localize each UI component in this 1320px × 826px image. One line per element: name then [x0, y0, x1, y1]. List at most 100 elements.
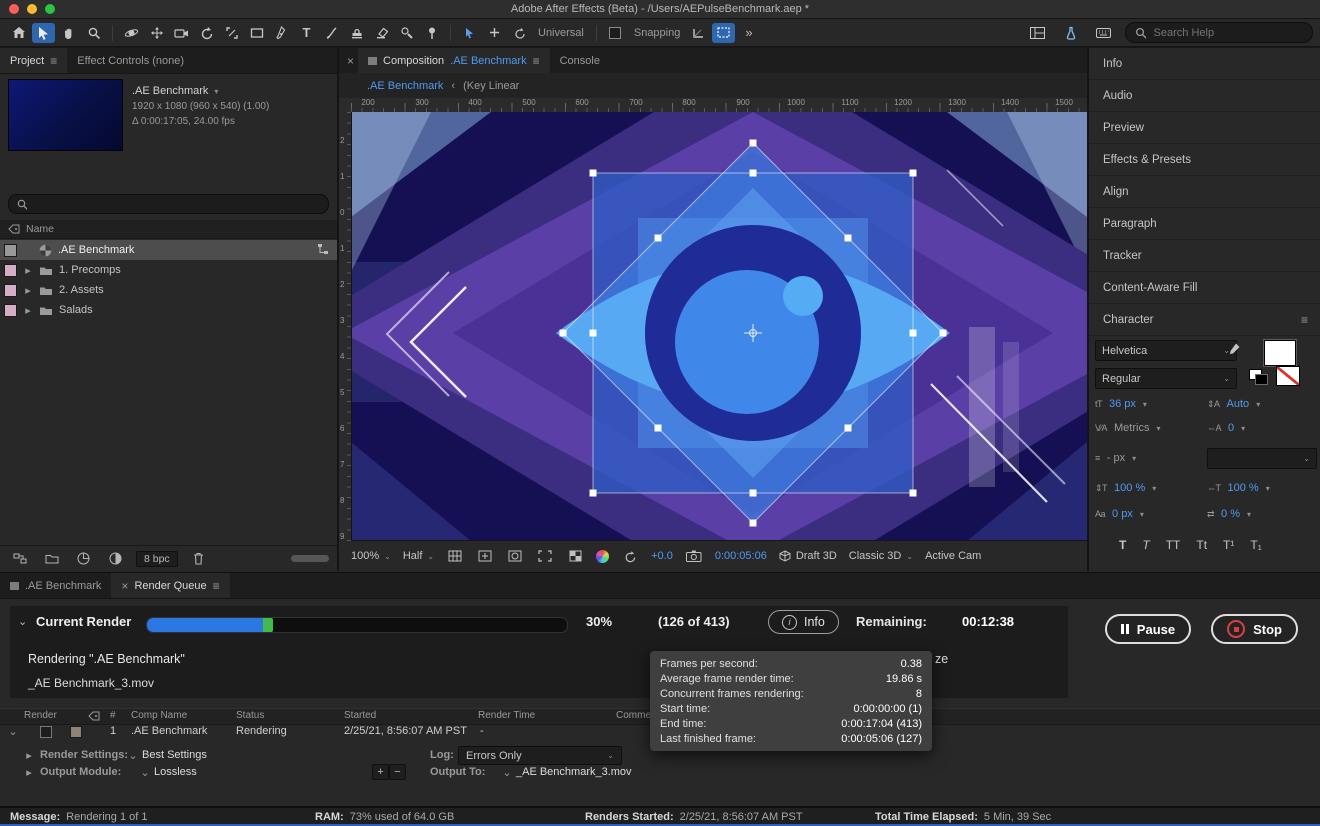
universal-mode-label[interactable]: Universal: [538, 27, 584, 39]
col-comp-name[interactable]: Comp Name: [131, 710, 187, 721]
all-caps-button[interactable]: TT: [1166, 538, 1181, 552]
camera-view-select[interactable]: Active Cam: [925, 550, 981, 562]
toolbar-overflow-chevron[interactable]: »: [745, 25, 752, 40]
panel-tab-tracker[interactable]: Tracker: [1089, 240, 1320, 272]
selection-tool[interactable]: [32, 22, 55, 43]
bit-depth-button[interactable]: 8 bpc: [136, 550, 178, 567]
project-search-input[interactable]: [33, 197, 320, 211]
twirl-right-icon[interactable]: ▸: [23, 264, 33, 277]
horizontal-scale-field[interactable]: ⇔T 100 % ▾: [1207, 482, 1270, 494]
eraser-tool[interactable]: [370, 23, 393, 43]
puppet-pin-tool[interactable]: [420, 23, 443, 43]
twirl-right-icon[interactable]: ▸: [23, 284, 33, 297]
fill-color-swatch[interactable]: [1249, 340, 1301, 387]
log-select[interactable]: Errors Only ⌄: [458, 746, 622, 765]
twirl-down-icon[interactable]: ⌄: [502, 766, 512, 779]
brush-tool[interactable]: [320, 23, 343, 43]
trash-icon[interactable]: [187, 549, 210, 569]
panel-menu-icon[interactable]: ≡: [1301, 313, 1308, 327]
mask-toggle-icon[interactable]: [506, 550, 524, 562]
tab-project[interactable]: Project ≡: [0, 48, 68, 73]
transparency-grid-icon[interactable]: [566, 550, 584, 562]
tracking-field[interactable]: ⇔A 0 ▾: [1207, 422, 1245, 434]
horizontal-ruler[interactable]: 200 300 400 500 600 700 800 900 1000 110…: [339, 98, 1087, 113]
project-item-folder[interactable]: ▸ 1. Precomps: [0, 260, 337, 280]
pause-button[interactable]: Pause: [1104, 614, 1192, 644]
remove-output-module-button[interactable]: −: [389, 764, 406, 780]
snapping-checkbox[interactable]: [604, 23, 627, 43]
twirl-right-icon[interactable]: ▸: [24, 766, 34, 779]
col-render-time[interactable]: Render Time: [478, 710, 535, 721]
panel-menu-icon[interactable]: ≡: [533, 54, 540, 68]
adjustment-icon[interactable]: [104, 549, 127, 569]
output-module-value[interactable]: Lossless: [154, 766, 197, 778]
leading-field[interactable]: ⇕A Auto ▾: [1207, 398, 1260, 410]
project-search-field[interactable]: [8, 194, 329, 214]
pen-tool[interactable]: [270, 23, 293, 43]
region-of-interest-icon[interactable]: [536, 550, 554, 562]
label-color-chip[interactable]: [4, 263, 17, 277]
tab-render-queue[interactable]: × Render Queue ≡: [111, 573, 230, 598]
channel-color-wheel-icon[interactable]: [596, 549, 610, 563]
label-color-chip[interactable]: [4, 303, 17, 317]
kerning-field[interactable]: V∕A Metrics ▾: [1095, 422, 1160, 434]
composition-viewport[interactable]: [351, 112, 1087, 541]
grid-guides-icon[interactable]: [446, 550, 464, 562]
faux-bold-button[interactable]: T: [1119, 538, 1126, 552]
new-folder-icon[interactable]: [40, 549, 63, 569]
horizontal-scrollbar[interactable]: [291, 555, 329, 562]
hand-tool[interactable]: [57, 23, 80, 43]
axis-cursor-icon[interactable]: [458, 23, 481, 43]
snapshot-camera-icon[interactable]: [685, 550, 703, 562]
snapping-label[interactable]: Snapping: [634, 27, 681, 39]
stroke-style-select[interactable]: ⌄: [1207, 448, 1317, 469]
output-to-value[interactable]: _AE Benchmark_3.mov: [516, 766, 632, 778]
draft-3d-toggle[interactable]: Draft 3D: [779, 550, 837, 562]
label-color-chip[interactable]: [70, 726, 82, 738]
breadcrumb-comp[interactable]: .AE Benchmark: [367, 80, 443, 92]
vertical-scale-field[interactable]: ⇕T 100 % ▾: [1095, 482, 1156, 494]
col-status[interactable]: Status: [236, 710, 264, 721]
resolution-select[interactable]: Half ⌄: [403, 550, 434, 562]
axis-plus-icon[interactable]: [483, 23, 506, 43]
panel-tab-align[interactable]: Align: [1089, 176, 1320, 208]
twirl-right-icon[interactable]: ▸: [23, 304, 33, 317]
render-checkbox[interactable]: [40, 726, 52, 738]
small-caps-button[interactable]: Tt: [1196, 538, 1207, 552]
add-output-module-button[interactable]: +: [372, 764, 389, 780]
col-number[interactable]: #: [110, 710, 116, 721]
panel-tab-preview[interactable]: Preview: [1089, 112, 1320, 144]
pan-behind-tool[interactable]: [220, 23, 243, 43]
twirl-down-icon[interactable]: ⌄: [8, 725, 18, 738]
panel-tab-content-aware-fill[interactable]: Content-Aware Fill: [1089, 272, 1320, 304]
zoom-window-button[interactable]: [45, 4, 55, 14]
tab-ae-benchmark[interactable]: .AE Benchmark: [0, 573, 111, 598]
label-color-chip[interactable]: [4, 283, 17, 297]
minimize-window-button[interactable]: [27, 4, 37, 14]
render-settings-value[interactable]: Best Settings: [142, 749, 207, 761]
col-started[interactable]: Started: [344, 710, 376, 721]
project-item-folder[interactable]: ▸ 2. Assets: [0, 280, 337, 300]
col-render[interactable]: Render: [24, 710, 57, 721]
help-search-field[interactable]: [1125, 22, 1313, 43]
twirl-down-icon[interactable]: ⌄: [140, 766, 150, 779]
home-icon[interactable]: [7, 23, 30, 43]
subscript-button[interactable]: T₁: [1250, 538, 1261, 552]
project-item-folder[interactable]: ▸ Salads: [0, 300, 337, 320]
project-list-header[interactable]: Name: [0, 220, 337, 239]
name-column-header[interactable]: Name: [26, 223, 54, 235]
faux-italic-button[interactable]: T: [1142, 538, 1149, 552]
axis-rotate-icon[interactable]: [508, 23, 531, 43]
fill-color[interactable]: [1264, 340, 1296, 366]
orbit-camera-tool[interactable]: [120, 23, 143, 43]
panel-menu-icon[interactable]: ≡: [50, 54, 57, 68]
tab-effect-controls[interactable]: Effect Controls (none): [67, 48, 194, 73]
type-tool[interactable]: T: [295, 23, 318, 43]
clone-stamp-tool[interactable]: [345, 23, 368, 43]
tsume-field[interactable]: ⇄ 0 % ▾: [1207, 508, 1251, 520]
project-comp-name[interactable]: .AE Benchmark ▾: [132, 84, 269, 99]
project-item-comp[interactable]: .AE Benchmark: [0, 240, 337, 260]
stroke-width-field[interactable]: ≡ - px ▾: [1095, 452, 1136, 464]
panel-tab-effects-presets[interactable]: Effects & Presets: [1089, 144, 1320, 176]
interpret-footage-icon[interactable]: [8, 549, 31, 569]
